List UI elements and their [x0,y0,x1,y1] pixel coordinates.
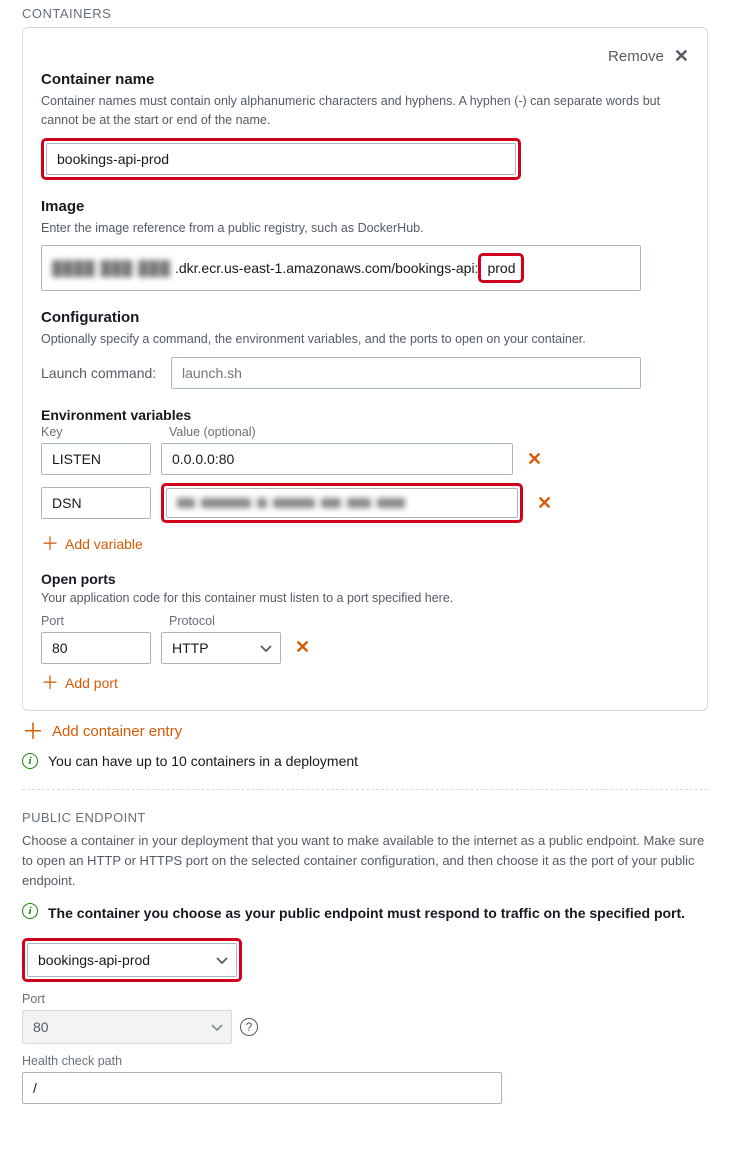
env-key-col-label: Key [41,425,159,439]
add-port-link[interactable]: ＋ Add port [41,674,118,692]
public-endpoint-section-label: PUBLIC ENDPOINT [22,810,708,825]
protocol-col-label: Protocol [169,614,215,628]
env-value-input-obscured[interactable] [166,488,518,518]
plus-icon: ＋ [41,535,59,553]
image-input[interactable]: ████ ███ ███ .dkr.ecr.us-east-1.amazonaw… [41,245,641,291]
open-ports-label: Open ports [41,571,689,587]
image-label: Image [41,198,689,215]
plus-icon: ＋ [41,674,59,692]
info-icon: i [22,753,38,769]
port-input[interactable] [41,632,151,664]
env-value-highlight [161,483,523,523]
configuration-hint: Optionally specify a command, the enviro… [41,330,689,349]
launch-command-input[interactable] [171,357,641,389]
image-middle: .dkr.ecr.us-east-1.amazonaws.com/booking… [175,260,478,276]
image-obscured-prefix: ████ ███ ███ [52,260,171,276]
pe-port-label: Port [22,992,708,1006]
plus-icon: ＋ [22,721,44,743]
container-name-input[interactable] [46,143,516,175]
chevron-down-icon [216,952,228,968]
image-suffix-highlight: prod [478,253,524,283]
env-row: ✕ [41,443,689,475]
containers-section-label: CONTAINERS [6,0,724,25]
health-check-input[interactable] [22,1072,502,1104]
env-row: ✕ [41,483,689,523]
public-endpoint-info-text: The container you choose as your public … [48,903,685,924]
chevron-down-icon [260,640,272,656]
remove-port-icon[interactable]: ✕ [291,637,314,658]
open-ports-hint: Your application code for this container… [41,589,689,608]
section-divider [22,789,708,790]
image-hint: Enter the image reference from a public … [41,219,689,238]
container-name-hint: Container names must contain only alphan… [41,92,689,130]
env-key-input[interactable] [41,443,151,475]
env-key-input[interactable] [41,487,151,519]
container-name-label: Container name [41,71,689,88]
container-card: Remove ✕ Container name Container names … [22,27,708,711]
env-value-input[interactable] [161,443,513,475]
protocol-select[interactable]: HTTP [161,632,281,664]
help-icon[interactable]: ? [240,1018,258,1036]
configuration-label: Configuration [41,309,689,326]
remove-container-link[interactable]: Remove [608,48,664,65]
env-vars-label: Environment variables [41,407,689,423]
add-variable-link[interactable]: ＋ Add variable [41,535,143,553]
public-endpoint-container-select[interactable]: bookings-api-prod [27,943,237,977]
remove-env-row-icon[interactable]: ✕ [533,493,556,514]
chevron-down-icon [211,1019,223,1035]
health-check-label: Health check path [22,1054,708,1068]
launch-command-label: Launch command: [41,365,161,381]
info-icon: i [22,903,38,919]
port-col-label: Port [41,614,159,628]
public-endpoint-container-highlight: bookings-api-prod [22,938,242,982]
public-endpoint-desc: Choose a container in your deployment th… [22,831,708,891]
container-limit-info: You can have up to 10 containers in a de… [48,753,358,769]
close-icon[interactable]: ✕ [674,46,689,67]
public-endpoint-port-select[interactable]: 80 [22,1010,232,1044]
env-value-col-label: Value (optional) [169,425,256,439]
container-name-highlight [41,138,521,180]
add-container-entry-link[interactable]: ＋ Add container entry [22,721,182,743]
image-suffix: prod [487,260,515,276]
remove-env-row-icon[interactable]: ✕ [523,449,546,470]
